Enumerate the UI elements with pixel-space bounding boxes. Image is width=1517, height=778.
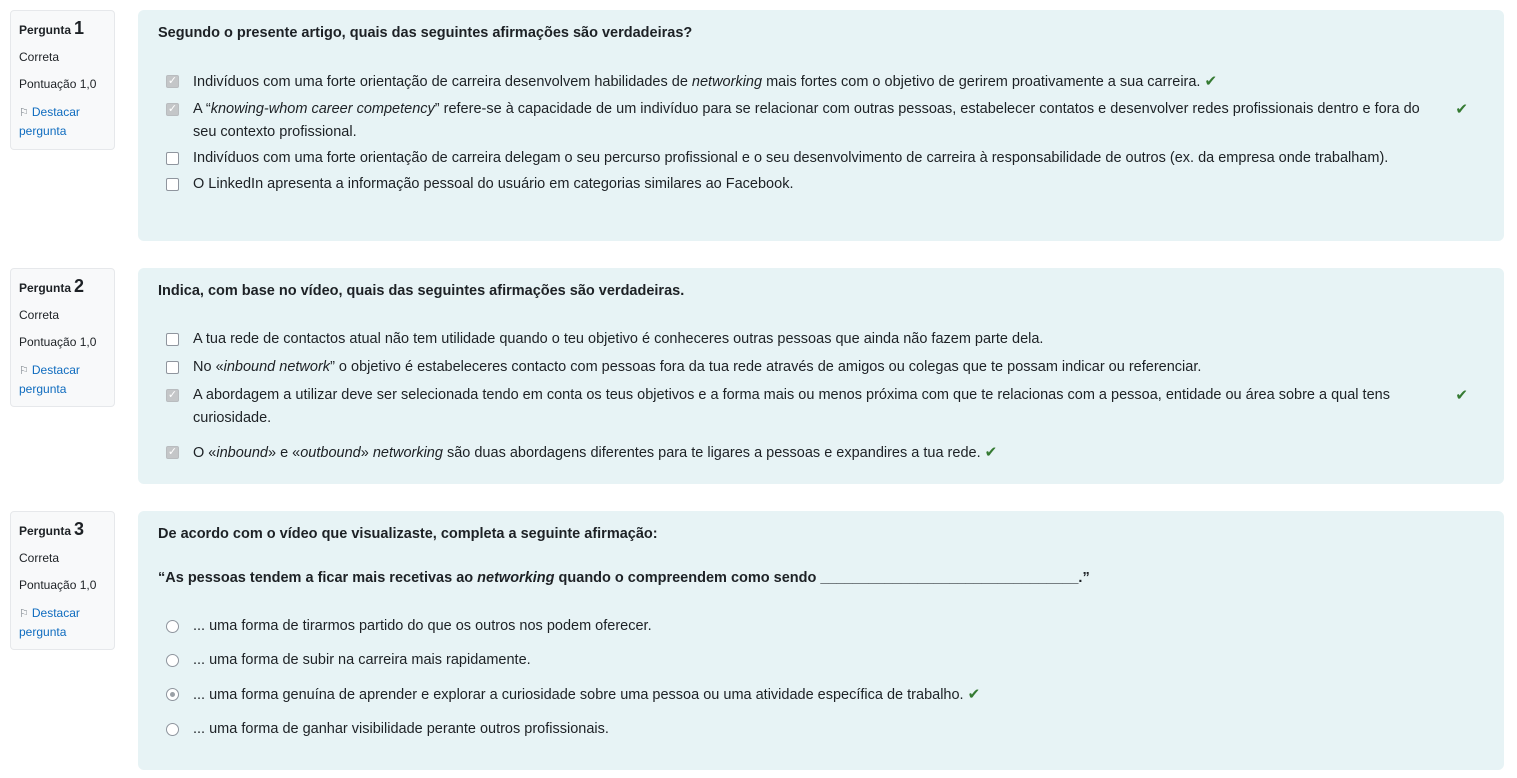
radio-button[interactable]	[166, 723, 179, 736]
answer-option: No «inbound network” o objetivo é estabe…	[158, 356, 1484, 379]
question-number: 1	[74, 18, 85, 38]
check-icon: ✔	[984, 444, 998, 461]
answer-option: ✓ Indivíduos com uma forte orientação de…	[166, 73, 1218, 90]
question-state: Correta	[19, 551, 60, 565]
question-statement: “As pessoas tendem a ficar mais recetiva…	[158, 570, 1090, 586]
question-content: Indica, com base no vídeo, quais das seg…	[138, 268, 1504, 484]
flag-question-link[interactable]: ⚐ Destacar pergunta	[19, 361, 106, 398]
checkbox[interactable]: ✓	[166, 75, 179, 88]
radio-button[interactable]	[166, 654, 179, 667]
checkbox[interactable]: ✓	[166, 389, 179, 402]
answer-option: ✓ O «inbound» e «outbound» networking sã…	[166, 444, 998, 461]
question-label: Pergunta	[19, 281, 72, 295]
check-icon: ✔	[1204, 73, 1218, 90]
radio-button[interactable]	[166, 688, 179, 701]
checkbox[interactable]: ✓	[166, 446, 179, 459]
question-text: Indica, com base no vídeo, quais das seg…	[158, 283, 685, 299]
question-state: Correta	[19, 308, 60, 322]
check-icon: ✔	[1455, 101, 1468, 118]
checkbox[interactable]	[166, 333, 179, 346]
question-grade: Pontuação 1,0	[19, 77, 97, 91]
question-content: Segundo o presente artigo, quais das seg…	[138, 10, 1504, 241]
question-state: Correta	[19, 50, 60, 64]
answer-list: A tua rede de contactos atual não tem ut…	[158, 328, 1484, 465]
answer-option: ... uma forma de subir na carreira mais …	[158, 649, 1484, 672]
checkbox[interactable]	[166, 152, 179, 165]
answer-option: ... uma forma de tirarmos partido do que…	[158, 615, 1484, 638]
question-number: 2	[74, 276, 85, 296]
answer-option: ✓ A “knowing-whom career competency” ref…	[158, 98, 1484, 144]
flag-question-link[interactable]: ⚐ Destacar pergunta	[19, 604, 106, 641]
answer-list: ... uma forma de tirarmos partido do que…	[158, 615, 1484, 741]
check-icon: ✔	[1455, 387, 1468, 404]
answer-option: ... uma forma de ganhar visibilidade per…	[158, 718, 1484, 741]
question-label: Pergunta	[19, 23, 72, 37]
question-grade: Pontuação 1,0	[19, 335, 97, 349]
question-info: Pergunta 2 Correta Pontuação 1,0 ⚐ Destac…	[10, 268, 115, 407]
check-icon: ✔	[967, 686, 981, 703]
answer-option: Indivíduos com uma forte orientação de c…	[158, 147, 1484, 170]
answer-option: O LinkedIn apresenta a informação pessoa…	[158, 173, 1484, 196]
question-grade: Pontuação 1,0	[19, 578, 97, 592]
question-number: 3	[74, 519, 85, 539]
checkbox[interactable]	[166, 178, 179, 191]
checkbox[interactable]	[166, 361, 179, 374]
answer-option: ✓ A abordagem a utilizar deve ser seleci…	[158, 384, 1484, 430]
flag-icon: ⚐	[19, 107, 29, 119]
answer-list: ✓ Indivíduos com uma forte orientação de…	[158, 70, 1484, 196]
question-text: Segundo o presente artigo, quais das seg…	[158, 25, 693, 41]
checkbox[interactable]: ✓	[166, 103, 179, 116]
question-content: De acordo com o vídeo que visualizaste, …	[138, 511, 1504, 770]
flag-question-link[interactable]: ⚐ Destacar pergunta	[19, 103, 106, 140]
answer-option: ... uma forma genuína de aprender e expl…	[158, 683, 1484, 707]
radio-button[interactable]	[166, 620, 179, 633]
flag-icon: ⚐	[19, 365, 29, 377]
question-info: Pergunta 1 Correta Pontuação 1,0 ⚐ Destac…	[10, 10, 115, 150]
answer-option: A tua rede de contactos atual não tem ut…	[158, 328, 1484, 351]
question-label: Pergunta	[19, 524, 72, 538]
question-text: De acordo com o vídeo que visualizaste, …	[158, 526, 658, 542]
flag-icon: ⚐	[19, 608, 29, 620]
question-info: Pergunta 3 Correta Pontuação 1,0 ⚐ Destac…	[10, 511, 115, 650]
